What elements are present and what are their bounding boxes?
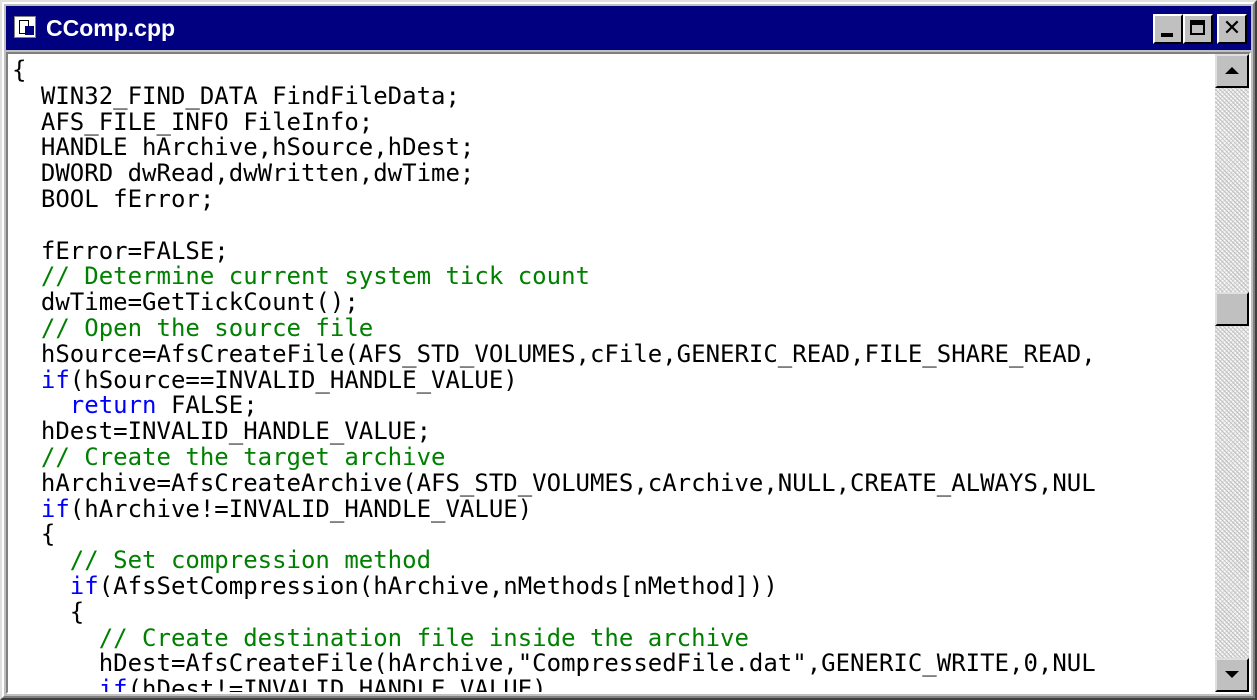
scroll-down-button[interactable] xyxy=(1215,658,1249,692)
code-text: hDest=AfsCreateFile(hArchive,"Compressed… xyxy=(12,649,1096,678)
close-icon: ✕ xyxy=(1222,16,1242,41)
code-line[interactable]: fError=FALSE; xyxy=(12,236,1211,265)
code-text: { xyxy=(12,597,85,626)
code-line[interactable]: if(AfsSetCompression(hArchive,nMethods[n… xyxy=(12,571,1211,600)
window-title: CComp.cpp xyxy=(46,15,176,41)
editor-client-area[interactable]: { WIN32_FIND_DATA FindFileData; AFS_FILE… xyxy=(6,52,1251,694)
scroll-up-button[interactable] xyxy=(1215,54,1249,88)
code-line[interactable]: { xyxy=(12,520,1211,549)
scroll-thumb[interactable] xyxy=(1215,291,1249,326)
minimize-button[interactable] xyxy=(1153,14,1183,44)
code-line[interactable]: BOOL fError; xyxy=(12,184,1211,213)
code-keyword: if xyxy=(12,571,99,600)
code-line[interactable] xyxy=(12,213,1211,239)
code-line[interactable]: hSource=AfsCreateFile(AFS_STD_VOLUMES,cF… xyxy=(12,339,1211,368)
code-text: hDest=INVALID_HANDLE_VALUE; xyxy=(12,417,432,446)
code-comment: // Create destination file inside the ar… xyxy=(12,623,749,652)
maximize-icon xyxy=(1190,20,1205,35)
code-keyword: if xyxy=(12,494,70,523)
minimize-icon xyxy=(1161,33,1173,37)
code-keyword: if xyxy=(12,365,70,394)
code-keyword: if xyxy=(12,675,128,692)
code-line[interactable]: hArchive=AfsCreateArchive(AFS_STD_VOLUME… xyxy=(12,468,1211,497)
code-text: { xyxy=(12,520,56,549)
code-comment: // Set compression method xyxy=(12,546,432,575)
title-bar[interactable]: CComp.cpp ✕ xyxy=(6,6,1251,50)
code-line[interactable]: // Create the target archive xyxy=(12,442,1211,471)
code-keyword: return xyxy=(12,391,157,420)
code-text: { xyxy=(12,58,27,84)
code-comment: // Determine current system tick count xyxy=(12,262,590,291)
window-controls: ✕ xyxy=(1153,14,1247,44)
code-line[interactable]: // Determine current system tick count xyxy=(12,262,1211,291)
code-line[interactable]: AFS_FILE_INFO FileInfo; xyxy=(12,107,1211,136)
code-line[interactable]: hDest=INVALID_HANDLE_VALUE; xyxy=(12,417,1211,446)
code-text: (hArchive!=INVALID_HANDLE_VALUE) xyxy=(69,494,533,523)
code-line[interactable]: if(hSource==INVALID_HANDLE_VALUE) xyxy=(12,365,1211,394)
code-text: HANDLE hArchive,hSource,hDest; xyxy=(12,133,475,162)
code-text: hArchive=AfsCreateArchive(AFS_STD_VOLUME… xyxy=(12,468,1096,497)
code-text: DWORD dwRead,dwWritten,dwTime; xyxy=(12,159,475,188)
code-text: dwTime=GetTickCount(); xyxy=(12,288,359,317)
code-line[interactable]: dwTime=GetTickCount(); xyxy=(12,288,1211,317)
vertical-scrollbar[interactable] xyxy=(1215,54,1249,692)
code-text: FALSE; xyxy=(156,391,258,420)
code-text: BOOL fError; xyxy=(12,184,215,213)
code-line[interactable]: DWORD dwRead,dwWritten,dwTime; xyxy=(12,159,1211,188)
scroll-up-arrow-icon xyxy=(1225,67,1239,74)
code-comment: // Open the source file xyxy=(12,313,374,342)
scroll-down-arrow-icon xyxy=(1225,671,1239,678)
code-text: WIN32_FIND_DATA FindFileData; xyxy=(12,81,460,110)
code-text: hSource=AfsCreateFile(AFS_STD_VOLUMES,cF… xyxy=(12,339,1096,368)
code-comment: // Create the target archive xyxy=(12,442,446,471)
editor-window: CComp.cpp ✕ { WIN32_FIND_DATA FindFileDa… xyxy=(0,0,1257,700)
code-text: fError=FALSE; xyxy=(12,236,229,265)
code-editor[interactable]: { WIN32_FIND_DATA FindFileData; AFS_FILE… xyxy=(12,58,1211,692)
code-line[interactable]: if(hArchive!=INVALID_HANDLE_VALUE) xyxy=(12,494,1211,523)
code-line[interactable]: // Open the source file xyxy=(12,313,1211,342)
code-text: (hDest!=INVALID_HANDLE_VALUE) xyxy=(127,675,547,692)
document-icon-mark xyxy=(25,26,34,35)
code-line[interactable]: return FALSE; xyxy=(12,391,1211,420)
code-line[interactable]: if(hDest!=INVALID_HANDLE_VALUE) xyxy=(12,675,1211,692)
code-line[interactable]: // Set compression method xyxy=(12,546,1211,575)
code-line[interactable]: WIN32_FIND_DATA FindFileData; xyxy=(12,81,1211,110)
code-text: (hSource==INVALID_HANDLE_VALUE) xyxy=(69,365,518,394)
code-line[interactable]: // Create destination file inside the ar… xyxy=(12,623,1211,652)
code-text: (AfsSetCompression(hArchive,nMethods[nMe… xyxy=(98,571,778,600)
code-line[interactable]: hDest=AfsCreateFile(hArchive,"Compressed… xyxy=(12,649,1211,678)
code-line[interactable]: { xyxy=(12,58,1211,84)
close-button[interactable]: ✕ xyxy=(1217,14,1247,44)
code-line[interactable]: HANDLE hArchive,hSource,hDest; xyxy=(12,133,1211,162)
code-line[interactable]: { xyxy=(12,597,1211,626)
maximize-button[interactable] xyxy=(1183,14,1213,44)
document-icon[interactable] xyxy=(14,16,36,38)
code-text: AFS_FILE_INFO FileInfo; xyxy=(12,107,374,136)
